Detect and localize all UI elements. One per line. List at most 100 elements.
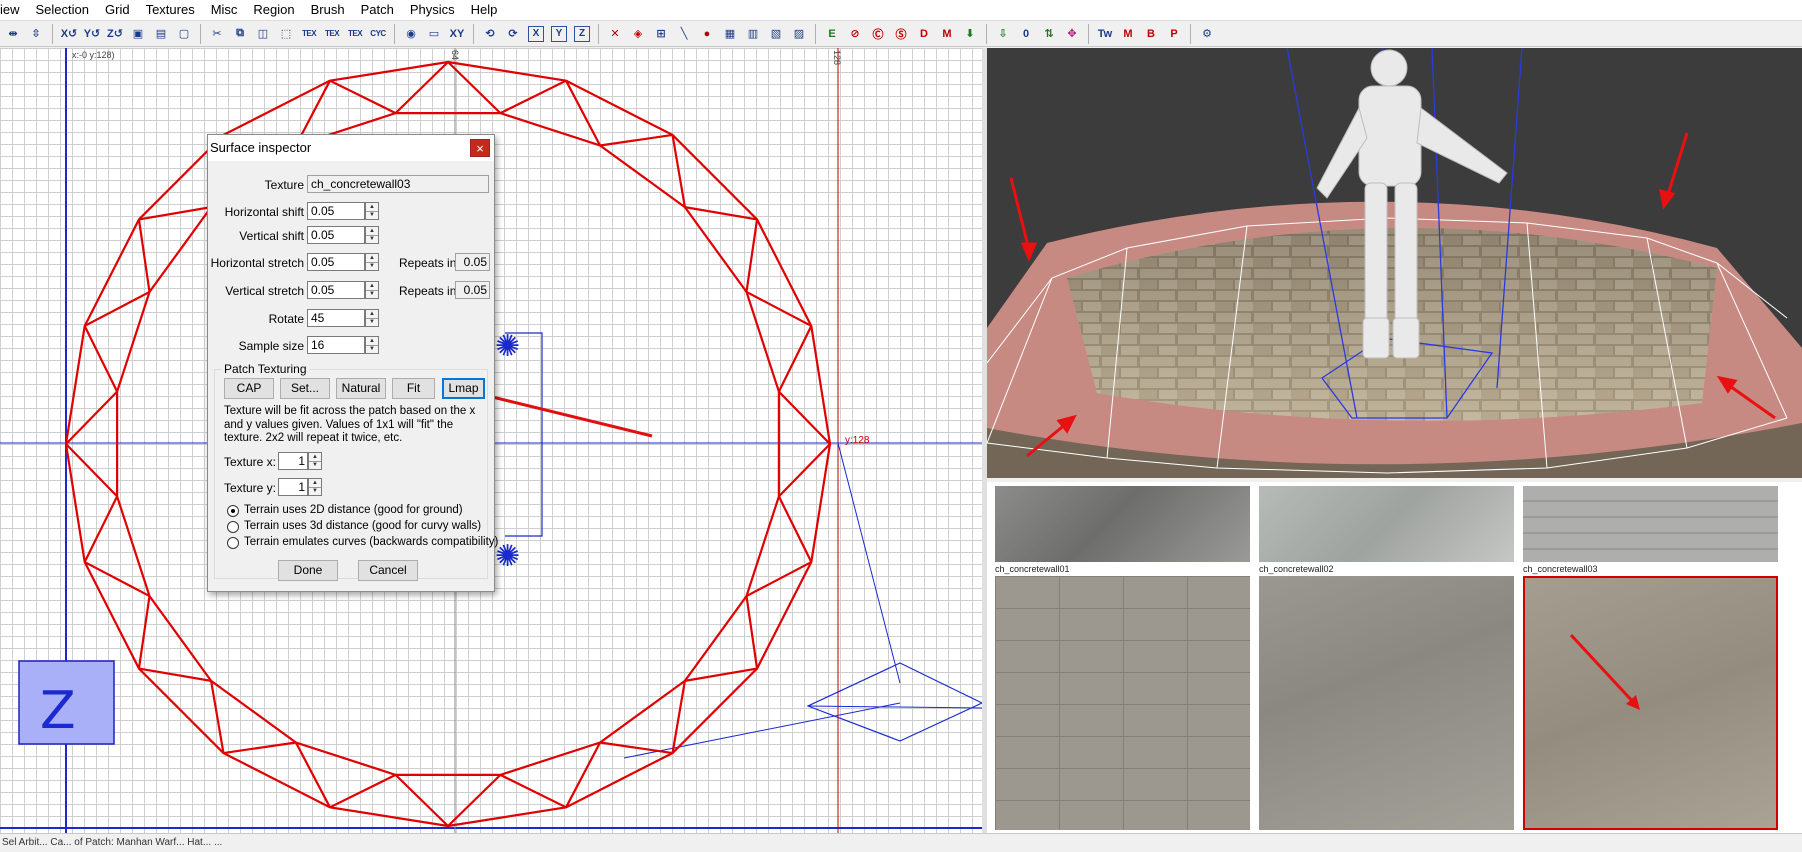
vshift-stepper[interactable]: ▲ ▼ bbox=[365, 226, 379, 244]
csg-merge-icon[interactable]: ▤ bbox=[151, 24, 171, 44]
menu-item[interactable]: Brush bbox=[303, 0, 353, 20]
terrain-2d-radio[interactable] bbox=[227, 505, 239, 517]
menu-item[interactable]: Physics bbox=[402, 0, 463, 20]
repeats-value[interactable]: 0.05 bbox=[455, 253, 490, 271]
filter-icon[interactable]: ▧ bbox=[766, 24, 786, 44]
patch-icon[interactable]: ✕ bbox=[605, 24, 625, 44]
bend-icon[interactable]: ◈ bbox=[628, 24, 648, 44]
dialog-titlebar[interactable]: Surface inspector × bbox=[208, 135, 494, 161]
done-button[interactable]: Done bbox=[278, 560, 338, 581]
p-icon[interactable]: P bbox=[1164, 24, 1184, 44]
fit-button[interactable]: Fit bbox=[392, 378, 435, 399]
cap-icon[interactable]: ⊞ bbox=[651, 24, 671, 44]
sample-size-stepper[interactable]: ▲ ▼ bbox=[365, 336, 379, 354]
vstretch-input[interactable]: 0.05 bbox=[307, 281, 365, 299]
hshift-stepper[interactable]: ▲ ▼ bbox=[365, 202, 379, 220]
texture-label: Texture bbox=[264, 178, 304, 192]
texture-x-stepper[interactable]: ▲ ▼ bbox=[308, 452, 322, 470]
view-change-icon[interactable]: ▭ bbox=[424, 24, 444, 44]
d-icon[interactable]: D bbox=[914, 24, 934, 44]
rotate-x-icon[interactable]: X↺ bbox=[59, 24, 79, 44]
light-icon[interactable]: Ⓢ bbox=[891, 24, 911, 44]
texture-lock-icon[interactable]: TEX bbox=[345, 24, 365, 44]
tw-icon[interactable]: Tw bbox=[1095, 24, 1115, 44]
rotate-stepper[interactable]: ▲ ▼ bbox=[365, 309, 379, 327]
no-draw-icon[interactable]: ▨ bbox=[789, 24, 809, 44]
drag-vertices-icon[interactable]: ⬚ bbox=[276, 24, 296, 44]
flip-x-icon[interactable]: ⇹ bbox=[3, 24, 23, 44]
menu-item[interactable]: Grid bbox=[97, 0, 138, 20]
flip-y-icon[interactable]: ⇳ bbox=[26, 24, 46, 44]
zero-icon[interactable]: 0 bbox=[1016, 24, 1036, 44]
select-inside-icon[interactable]: TEX bbox=[299, 24, 319, 44]
hstretch-input[interactable]: 0.05 bbox=[307, 253, 365, 271]
rotate-y-icon[interactable]: Y↺ bbox=[82, 24, 102, 44]
repeats-label: Repeats in bbox=[399, 256, 457, 270]
toolbar-separator bbox=[986, 23, 987, 44]
vstretch-label: Vertical stretch bbox=[225, 284, 304, 298]
set-button[interactable]: Set... bbox=[280, 378, 330, 399]
vshift-label: Vertical shift bbox=[239, 229, 304, 243]
cycle-layer-icon[interactable]: CYC bbox=[368, 24, 388, 44]
texture-field[interactable]: ch_concretewall03 bbox=[307, 175, 489, 193]
z-axis-icon[interactable]: Z bbox=[574, 25, 590, 42]
terrain-3d-radio[interactable] bbox=[227, 521, 239, 533]
drag-edges-icon[interactable]: ◫ bbox=[253, 24, 273, 44]
move-down-icon[interactable]: ⬇ bbox=[960, 24, 980, 44]
copy-brush-icon[interactable]: ⧉ bbox=[230, 24, 250, 44]
texture-y-stepper[interactable]: ▲ ▼ bbox=[308, 478, 322, 496]
m-box-icon[interactable]: M bbox=[937, 24, 957, 44]
swap-icon[interactable]: ⇅ bbox=[1039, 24, 1059, 44]
entity-list-icon[interactable]: ▥ bbox=[743, 24, 763, 44]
rotate-z-icon[interactable]: Z↺ bbox=[105, 24, 125, 44]
texture-x-input[interactable]: 1 bbox=[278, 452, 308, 470]
vshift-input[interactable]: 0.05 bbox=[307, 226, 365, 244]
rotate-view-icon[interactable]: ⟳ bbox=[503, 24, 523, 44]
texture-browser[interactable]: ch_concretewall01 ch_concretewall02 ch_c… bbox=[987, 482, 1802, 833]
texture-y-input[interactable]: 1 bbox=[278, 478, 308, 496]
show-entities-icon[interactable]: ● bbox=[697, 24, 717, 44]
menu-item[interactable]: Selection bbox=[28, 0, 97, 20]
y-axis-icon[interactable]: Y bbox=[551, 25, 567, 42]
sample-size-input[interactable]: 16 bbox=[307, 336, 365, 354]
menu-item[interactable]: iew bbox=[0, 0, 28, 20]
move-down-2-icon[interactable]: ⇩ bbox=[993, 24, 1013, 44]
xyz-icon[interactable]: XY bbox=[447, 24, 467, 44]
plugin-icon[interactable]: ⚙ bbox=[1197, 24, 1217, 44]
detail-icon[interactable]: ⊘ bbox=[845, 24, 865, 44]
thicken-icon[interactable]: ╲ bbox=[674, 24, 694, 44]
menu-item[interactable]: Help bbox=[463, 0, 506, 20]
vstretch-stepper[interactable]: ▲ ▼ bbox=[365, 281, 379, 299]
csg-subtract-icon[interactable]: ▣ bbox=[128, 24, 148, 44]
select-touching-icon[interactable]: TEX bbox=[322, 24, 342, 44]
terrain-curves-radio[interactable] bbox=[227, 537, 239, 549]
rotate-input[interactable]: 45 bbox=[307, 309, 365, 327]
menu-bar: iew Selection Grid Textures Misc Region Brush P… bbox=[0, 0, 1802, 21]
hstretch-stepper[interactable]: ▲ ▼ bbox=[365, 253, 379, 271]
cancel-button[interactable]: Cancel bbox=[358, 560, 418, 581]
repeats-value[interactable]: 0.05 bbox=[455, 281, 490, 299]
hshift-input[interactable]: 0.05 bbox=[307, 202, 365, 220]
cap-button[interactable]: CAP bbox=[224, 378, 274, 399]
close-button[interactable]: × bbox=[470, 139, 490, 157]
hollow-icon[interactable]: ▢ bbox=[174, 24, 194, 44]
lmap-button[interactable]: Lmap bbox=[442, 378, 485, 399]
menu-item[interactable]: Textures bbox=[138, 0, 203, 20]
menu-item[interactable]: Patch bbox=[353, 0, 402, 20]
b-icon[interactable]: B bbox=[1141, 24, 1161, 44]
texture-y-label: Texture y: bbox=[224, 481, 277, 495]
x-axis-icon[interactable]: X bbox=[528, 25, 544, 42]
xy-view-icon[interactable]: ⟲ bbox=[480, 24, 500, 44]
camera-viewport-3d[interactable] bbox=[987, 48, 1802, 478]
show-paths-icon[interactable]: E bbox=[822, 24, 842, 44]
camera-icon[interactable]: ◉ bbox=[401, 24, 421, 44]
model-icon[interactable]: Ⓒ bbox=[868, 24, 888, 44]
y-coordinate-label: y:128 bbox=[845, 435, 870, 446]
multi-select-icon[interactable]: ✥ bbox=[1062, 24, 1082, 44]
clipper-icon[interactable]: ▦ bbox=[720, 24, 740, 44]
m-icon[interactable]: M bbox=[1118, 24, 1138, 44]
menu-item[interactable]: Region bbox=[245, 0, 302, 20]
menu-item[interactable]: Misc bbox=[203, 0, 246, 20]
natural-button[interactable]: Natural bbox=[336, 378, 386, 399]
clip-icon[interactable]: ✂ bbox=[207, 24, 227, 44]
